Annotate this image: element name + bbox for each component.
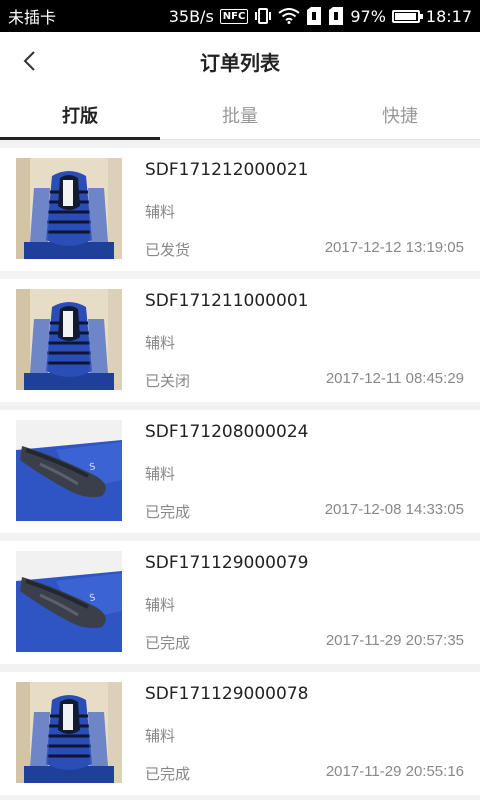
tab-quick[interactable]: 快捷 (320, 90, 480, 139)
product-thumbnail: S (16, 420, 122, 521)
vibrate-icon (254, 8, 272, 24)
tab-sample[interactable]: 打版 (0, 90, 160, 140)
order-time: 2017-11-29 20:57:35 (325, 632, 464, 649)
product-thumbnail (16, 289, 122, 390)
order-category: 辅料 (145, 465, 176, 483)
carrier-label: 未插卡 (8, 8, 57, 27)
battery-level (394, 12, 417, 20)
order-number: SDF171129000079 (145, 553, 309, 573)
sim-icon (306, 7, 322, 25)
order-time: 2017-12-11 08:45:29 (325, 370, 464, 387)
status-bar: 未插卡 35B/s NFC 97% 18:17 (0, 0, 480, 32)
tab-bar: 打版 批量 快捷 (0, 90, 480, 140)
battery-percent: 97% (350, 6, 386, 26)
tab-label: 批量 (222, 105, 258, 127)
sim-icon-2 (328, 7, 344, 25)
order-number: SDF171129000078 (145, 684, 309, 704)
nfc-icon: NFC (219, 8, 249, 24)
order-time: 2017-12-12 13:19:05 (324, 239, 464, 256)
product-thumbnail (16, 682, 122, 783)
product-thumbnail (16, 158, 122, 259)
order-number: SDF171211000001 (145, 291, 309, 311)
order-status: 已发货 (145, 241, 191, 259)
tab-bulk[interactable]: 批量 (160, 90, 320, 139)
order-card[interactable]: SDF171212000021 辅料 已发货 2017-12-12 13:19:… (0, 148, 480, 271)
clock: 18:17 (425, 6, 472, 26)
order-time: 2017-11-29 20:55:16 (325, 763, 464, 780)
order-status: 已关闭 (145, 372, 191, 390)
product-thumbnail: S (16, 551, 122, 652)
order-category: 辅料 (145, 334, 176, 352)
order-category: 辅料 (145, 596, 176, 614)
wifi-icon (278, 8, 300, 24)
order-category: 辅料 (145, 727, 176, 745)
back-button[interactable] (14, 46, 44, 76)
app-header: 订单列表 (0, 32, 480, 90)
order-list: SDF171212000021 辅料 已发货 2017-12-12 13:19:… (0, 148, 480, 800)
order-card[interactable]: S SDF171129000079 辅料 已完成 2017-11-29 20:5… (0, 541, 480, 664)
order-status: 已完成 (145, 634, 191, 652)
order-status: 已完成 (145, 503, 191, 521)
order-time: 2017-12-08 14:33:05 (324, 501, 464, 518)
tab-label: 打版 (62, 105, 98, 127)
order-card[interactable]: SDF171211000001 辅料 已关闭 2017-12-11 08:45:… (0, 279, 480, 402)
page-title: 订单列表 (200, 50, 280, 75)
battery-icon (391, 9, 423, 23)
order-category: 辅料 (145, 203, 176, 221)
order-card[interactable]: SDF171129000078 辅料 已完成 2017-11-29 20:55:… (0, 672, 480, 795)
order-number: SDF171212000021 (145, 160, 309, 180)
network-speed: 35B/s (168, 6, 214, 26)
chevron-left-icon (23, 51, 35, 71)
order-status: 已完成 (145, 765, 191, 783)
order-number: SDF171208000024 (145, 422, 309, 442)
tab-label: 快捷 (382, 105, 418, 127)
order-card[interactable]: S SDF171208000024 辅料 已完成 2017-12-08 14:3… (0, 410, 480, 533)
status-bar-right: 35B/s NFC 97% 18:17 (169, 7, 480, 26)
